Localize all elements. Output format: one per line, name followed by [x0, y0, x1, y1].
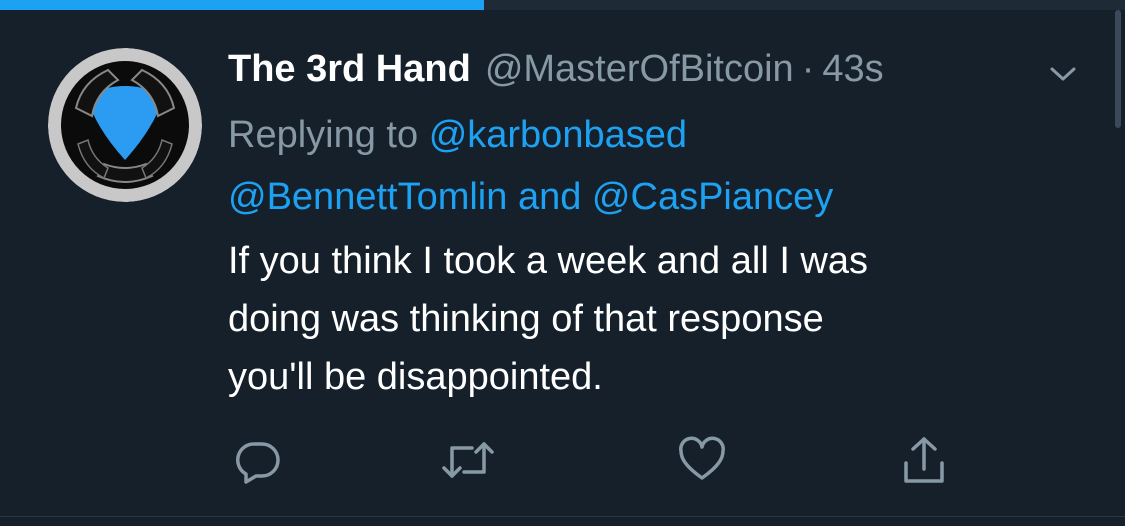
replying-to-label: Replying to — [228, 114, 419, 156]
timestamp[interactable]: 43s — [822, 48, 883, 91]
display-name[interactable]: The 3rd Hand — [228, 48, 471, 91]
divider — [0, 516, 1125, 517]
mention-link[interactable]: @karbonbased — [429, 114, 687, 156]
replying-to: Replying to @karbonbased @BennettTomlin … — [228, 104, 1088, 228]
separator-dot: · — [801, 47, 815, 90]
loading-progress-bar — [0, 0, 484, 10]
tweet-text-line: If you think I took a week and all I was — [228, 240, 869, 282]
share-icon — [904, 437, 944, 483]
user-handle[interactable]: @MasterOfBitcoin — [485, 48, 794, 91]
reply-icon — [236, 442, 280, 484]
tweet-text-line: you'll be disappointed. — [228, 356, 603, 398]
tweet-text: If you think I took a week and all I was… — [228, 232, 1088, 406]
mention-joiner: and — [517, 176, 582, 218]
mention-link[interactable]: @BennettTomlin — [228, 176, 507, 218]
tweet-header: The 3rd Hand @MasterOfBitcoin · 43s — [228, 44, 884, 94]
scrollbar-thumb[interactable] — [1115, 10, 1121, 128]
mention-link[interactable]: @CasPiancey — [592, 176, 833, 218]
heart-icon — [679, 436, 725, 480]
avatar[interactable] — [48, 48, 202, 202]
retweet-icon — [442, 442, 494, 478]
tweet-text-line: doing was thinking of that response — [228, 298, 824, 340]
reply-button[interactable] — [228, 430, 288, 490]
tweet-actions — [228, 430, 988, 490]
chevron-down-icon — [1050, 67, 1076, 81]
more-options-button[interactable] — [1040, 56, 1086, 92]
loading-progress-track — [0, 0, 1125, 10]
avatar-logo-icon — [48, 48, 202, 202]
retweet-button[interactable] — [438, 430, 498, 490]
share-button[interactable] — [894, 430, 954, 490]
like-button[interactable] — [672, 430, 732, 490]
